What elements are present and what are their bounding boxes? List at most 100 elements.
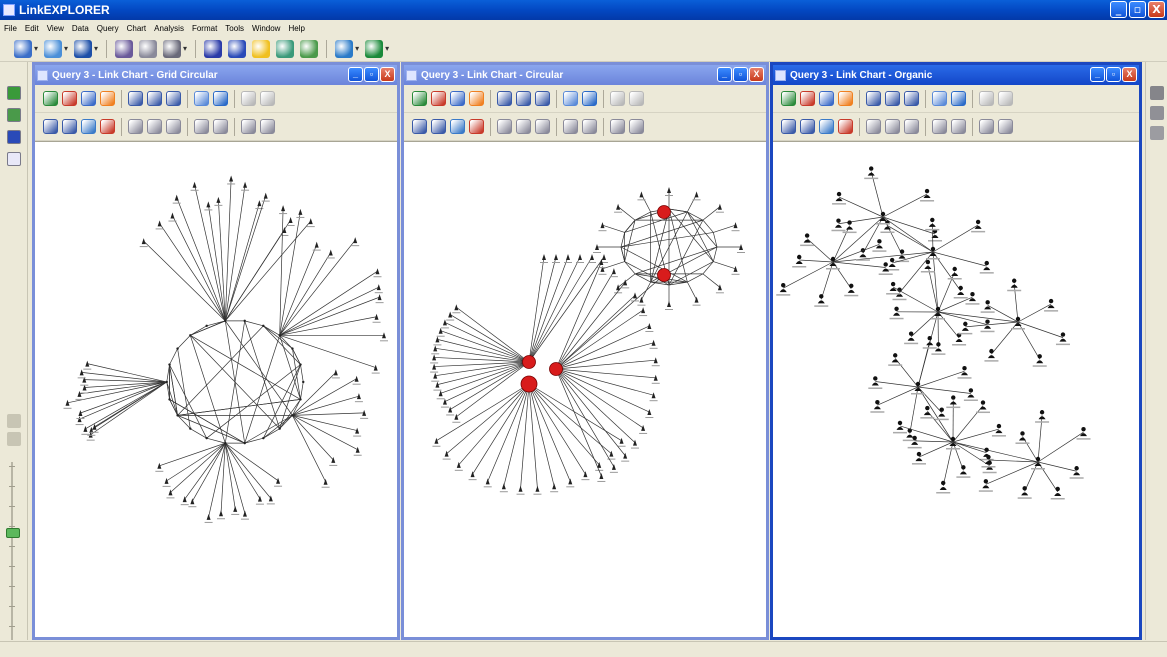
zoom-slider-thumb[interactable] [6, 528, 20, 538]
node-label-mark[interactable] [971, 230, 986, 233]
node-label-mark[interactable] [889, 317, 904, 320]
person-node-body[interactable] [982, 485, 990, 489]
node-label-mark[interactable] [261, 200, 270, 202]
person-node[interactable] [924, 188, 930, 194]
new-query-icon[interactable] [14, 39, 32, 58]
person-node[interactable] [958, 285, 963, 291]
node-label-mark[interactable] [1032, 365, 1047, 367]
node-label-mark[interactable] [540, 262, 548, 263]
link-split-icon[interactable] [128, 119, 143, 134]
node-label-mark[interactable] [980, 311, 995, 313]
graph-node[interactable] [165, 380, 168, 384]
node-label-mark[interactable] [499, 491, 508, 493]
node-label-mark[interactable] [922, 347, 937, 349]
chevron-down-icon[interactable]: ▾ [64, 44, 68, 53]
add-node-icon[interactable] [819, 119, 834, 134]
link-chart-canvas[interactable] [404, 141, 766, 637]
zoom-in-icon[interactable] [412, 91, 427, 106]
graph-node[interactable] [189, 427, 192, 430]
chart-window-close-button[interactable]: X [749, 67, 764, 82]
person-node-body[interactable] [934, 348, 942, 352]
node-label-mark[interactable] [920, 271, 935, 273]
hierarchy-icon[interactable] [213, 119, 228, 134]
red-hub-node[interactable] [520, 375, 538, 393]
node-label-mark[interactable] [431, 380, 440, 382]
arrow-up-icon[interactable] [7, 414, 21, 428]
graph-node[interactable] [600, 222, 605, 229]
person-node-body[interactable] [859, 254, 867, 258]
graph-node[interactable] [278, 334, 281, 337]
node-label-mark[interactable] [651, 382, 660, 384]
menu-format[interactable]: Format [192, 24, 217, 33]
node-label-mark[interactable] [375, 302, 384, 304]
person-node-body[interactable] [1018, 437, 1026, 441]
person-node-body[interactable] [867, 172, 875, 176]
node-label-mark[interactable] [597, 480, 606, 482]
add-node-icon[interactable] [81, 119, 96, 134]
person-node[interactable] [985, 300, 990, 305]
person-node[interactable] [830, 256, 836, 262]
chart-window-grid-circular[interactable]: Query 3 - Link Chart - Grid Circular _ ▫ X [32, 62, 400, 640]
layout-frame-icon[interactable] [166, 91, 181, 106]
node-label-mark[interactable] [1069, 477, 1084, 479]
node-label-mark[interactable] [731, 230, 740, 232]
node-label-mark[interactable] [564, 262, 572, 263]
graph-node[interactable] [308, 218, 313, 225]
graph-node[interactable] [331, 456, 336, 463]
node-label-mark[interactable] [214, 204, 223, 206]
graph-node[interactable] [590, 254, 594, 260]
person-node[interactable] [925, 405, 930, 411]
graph-node[interactable] [619, 437, 624, 444]
graph-node[interactable] [694, 191, 699, 198]
copy-disabled-icon[interactable] [979, 91, 994, 106]
graph-node[interactable] [83, 425, 88, 432]
person-node[interactable] [952, 266, 957, 272]
chart-window-minimize-button[interactable]: _ [348, 67, 363, 82]
undo-disabled-icon[interactable] [998, 91, 1013, 106]
save-icon[interactable] [74, 39, 93, 58]
node-label-mark[interactable] [842, 231, 857, 234]
graph-node[interactable] [535, 485, 540, 492]
zoom-out-icon[interactable] [431, 91, 446, 106]
person-node-body[interactable] [1034, 463, 1042, 466]
graph-node[interactable] [717, 284, 722, 291]
graph-node[interactable] [192, 181, 197, 188]
node-label-mark[interactable] [588, 262, 596, 263]
arrange-down-icon[interactable] [800, 119, 815, 134]
person-node-body[interactable] [1054, 492, 1062, 496]
person-node-body[interactable] [928, 223, 936, 227]
person-node[interactable] [897, 420, 903, 426]
node-label-mark[interactable] [614, 292, 623, 294]
person-node[interactable] [996, 423, 1002, 429]
node-label-mark[interactable] [483, 486, 492, 488]
person-node[interactable] [941, 480, 946, 486]
person-node[interactable] [963, 321, 968, 327]
person-node-body[interactable] [923, 412, 931, 416]
arrow-down-icon[interactable] [7, 432, 21, 446]
node-label-mark[interactable] [617, 445, 626, 447]
report-icon[interactable] [139, 39, 158, 58]
person-node-body[interactable] [967, 394, 975, 398]
color-fill-icon[interactable] [100, 119, 115, 134]
node-label-mark[interactable] [953, 297, 968, 299]
graph-node[interactable] [377, 294, 382, 301]
graph-node[interactable] [600, 265, 605, 272]
node-label-mark[interactable] [80, 392, 89, 394]
graph-node[interactable] [542, 254, 546, 260]
person-node[interactable] [935, 306, 941, 312]
chevron-icon[interactable] [629, 119, 644, 134]
node-label-mark[interactable] [928, 240, 943, 242]
node-label-mark[interactable] [63, 407, 72, 409]
person-node[interactable] [970, 291, 975, 297]
layout-frame-icon[interactable] [904, 91, 919, 106]
menu-view[interactable]: View [47, 24, 64, 33]
node-label-mark[interactable] [75, 398, 84, 400]
person-node[interactable] [875, 400, 880, 405]
graph-node[interactable] [276, 477, 281, 484]
person-node[interactable] [939, 407, 944, 412]
node-label-mark[interactable] [1031, 468, 1045, 470]
node-label-mark[interactable] [552, 262, 560, 263]
red-hub-node[interactable] [657, 268, 671, 282]
node-label-mark[interactable] [266, 503, 275, 505]
node-label-mark[interactable] [452, 421, 461, 423]
